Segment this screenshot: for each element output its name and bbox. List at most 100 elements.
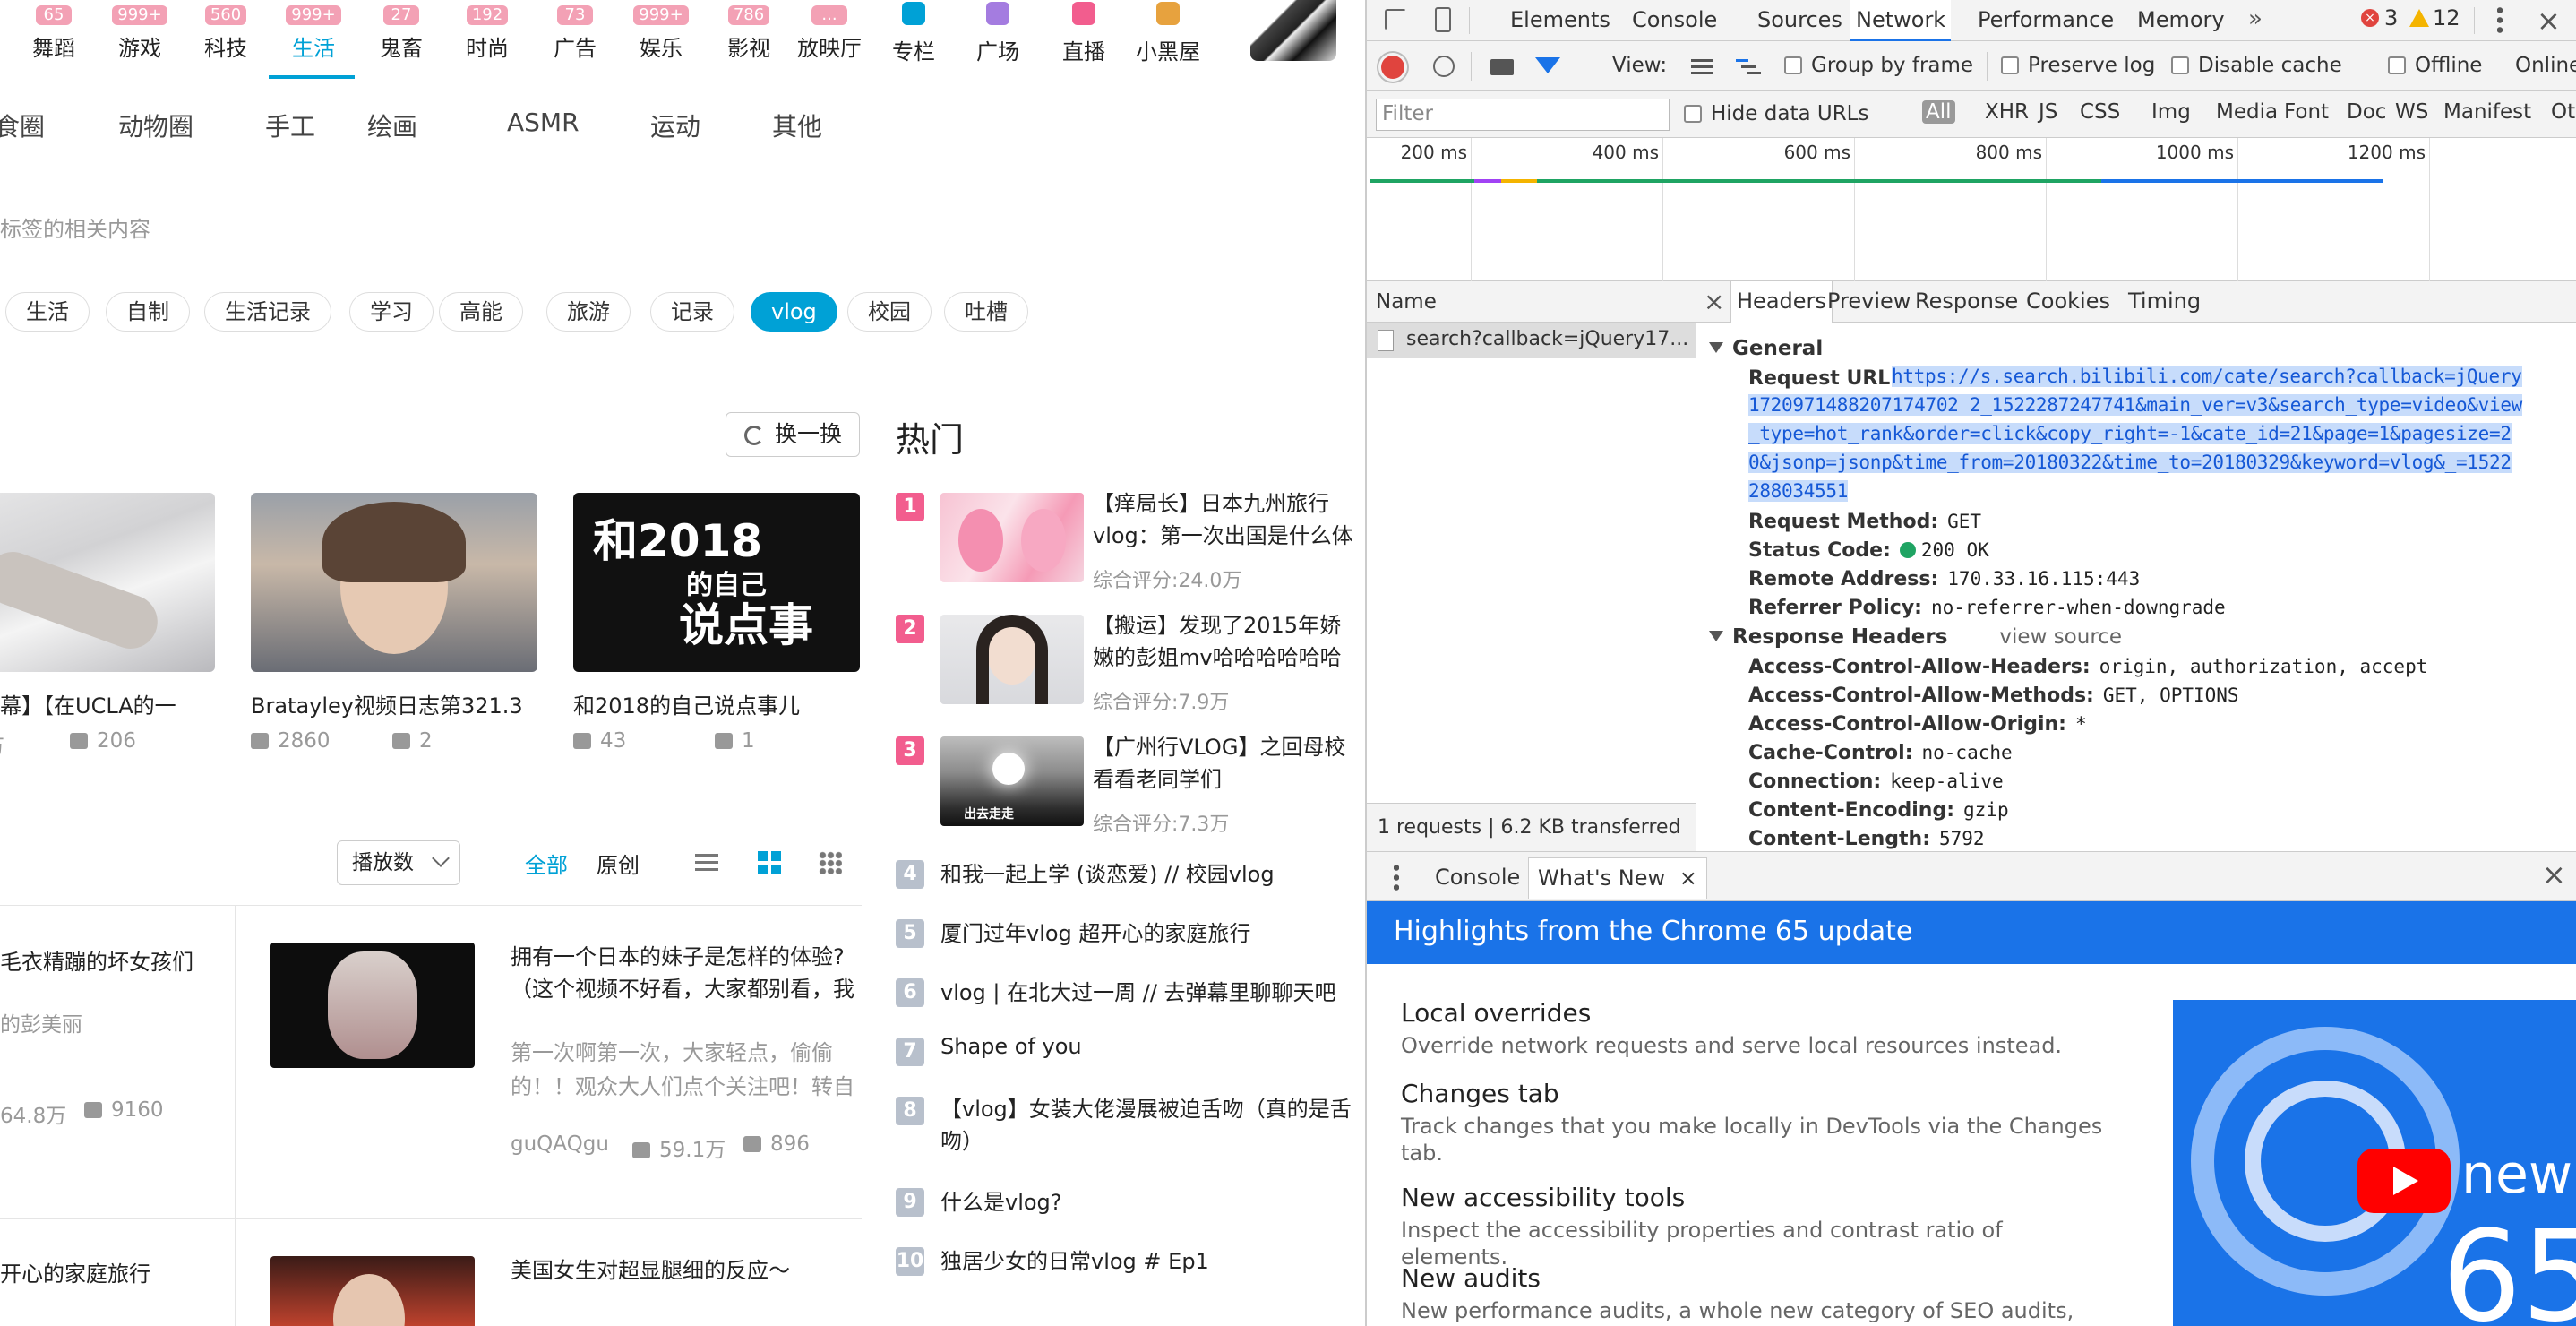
tag-自制[interactable]: 自制 — [106, 292, 190, 332]
subcategory-item[interactable]: 运动 — [650, 108, 700, 143]
devtools-tab-performance[interactable]: Performance — [1972, 0, 2119, 39]
view-source-link[interactable]: view source — [1999, 625, 2122, 649]
list-left-title[interactable]: 开心的家庭旅行 — [0, 1256, 150, 1287]
grid-view-icon[interactable] — [758, 851, 781, 874]
more-tabs-icon[interactable]: » — [2248, 5, 2263, 32]
list-thumb-2[interactable] — [270, 1256, 475, 1326]
nav-item-4[interactable]: 27 鬼畜 — [358, 0, 444, 79]
request-row[interactable]: search?callback=jQuery17... — [1367, 323, 1696, 358]
video-card-thumb-2[interactable] — [251, 493, 537, 672]
filter-icon[interactable] — [1535, 57, 1560, 73]
nav-item-column[interactable]: 专栏 — [871, 0, 957, 79]
tag-校园[interactable]: 校园 — [847, 292, 932, 332]
clear-icon[interactable] — [1433, 56, 1455, 77]
nav-item-0[interactable]: 65 舞蹈 — [11, 0, 97, 79]
devtools-tab-network[interactable]: Network — [1850, 0, 1952, 41]
type-filter-xhr[interactable]: XHR — [1981, 100, 2032, 124]
hot-video-title[interactable]: 独居少女的日常vlog # Ep1 — [940, 1244, 1209, 1275]
tag-生活记录[interactable]: 生活记录 — [204, 292, 331, 332]
devtools-tab-console[interactable]: Console — [1627, 0, 1722, 39]
type-filter-js[interactable]: JS — [2035, 100, 2061, 124]
nav-item-5[interactable]: 192 时尚 — [444, 0, 530, 79]
offline-checkbox[interactable]: Offline — [2388, 54, 2482, 77]
refresh-button[interactable]: 换一换 — [726, 412, 860, 457]
tag-记录[interactable]: 记录 — [650, 292, 734, 332]
nav-item-7[interactable]: 999+ 娱乐 — [618, 0, 704, 79]
filter-all[interactable]: 全部 — [525, 848, 568, 879]
list-video-title[interactable]: 拥有一个日本的妹子是怎样的体验?（这个视频不好看，大家都别看，我 — [511, 941, 869, 1005]
hot-video-title[interactable]: vlog | 在北大过一周 // 去弹幕里聊聊天吧 — [940, 975, 1336, 1006]
detail-tab-timing[interactable]: Timing — [2123, 281, 2206, 321]
youtube-play-icon[interactable] — [2357, 1149, 2451, 1213]
type-filter-img[interactable]: Img — [2148, 100, 2194, 124]
throttling-select[interactable]: Online — [2515, 54, 2576, 77]
hot-video-title[interactable]: 【搬运】发现了2015年娇嫩的彭姐mv哈哈哈哈哈哈 — [1093, 609, 1361, 674]
close-devtools-icon[interactable]: × — [2537, 4, 2561, 38]
hot-video-title[interactable]: Shape of you — [940, 1034, 1082, 1059]
detail-tab-response[interactable]: Response — [1910, 281, 2023, 321]
whats-new-item-title[interactable]: New audits — [1401, 1263, 1541, 1293]
subcategory-item[interactable]: 其他 — [772, 108, 822, 143]
tag-生活[interactable]: 生活 — [5, 292, 90, 332]
hot-thumb-2[interactable] — [940, 615, 1084, 704]
hot-video-title[interactable]: 【痒局长】日本九州旅行vlog：第一次出国是什么体 — [1093, 487, 1361, 552]
hot-video-title[interactable]: 【广州行VLOG】之回母校看看老同学们 — [1093, 731, 1361, 796]
tag-旅游[interactable]: 旅游 — [546, 292, 631, 332]
type-filter-font[interactable]: Font — [2280, 100, 2332, 124]
devtools-tab-elements[interactable]: Elements — [1505, 0, 1616, 39]
hot-thumb-1[interactable] — [940, 493, 1084, 582]
record-icon[interactable] — [1381, 56, 1404, 79]
type-filter-media[interactable]: Media — [2212, 100, 2281, 124]
general-section-header[interactable]: General — [1709, 337, 1823, 360]
disable-cache-checkbox[interactable]: Disable cache — [2171, 54, 2342, 77]
hot-thumb-3[interactable]: 出去走走 — [940, 736, 1084, 826]
tag-vlog[interactable]: vlog — [751, 292, 837, 332]
subcategory-item[interactable]: 手工 — [265, 108, 315, 143]
nav-item-square[interactable]: 广场 — [955, 0, 1041, 79]
devtools-tab-sources[interactable]: Sources — [1752, 0, 1848, 39]
hot-video-title[interactable]: 什么是vlog? — [940, 1184, 1062, 1216]
whats-new-item-title[interactable]: Changes tab — [1401, 1079, 1559, 1108]
type-filter-manifest[interactable]: Manifest — [2440, 100, 2535, 124]
name-column-header[interactable]: Name — [1367, 281, 1696, 323]
detail-tab-cookies[interactable]: Cookies — [2021, 281, 2116, 321]
subcategory-item[interactable]: ASMR — [507, 108, 580, 137]
subcategory-item[interactable]: 动物圈 — [118, 108, 193, 143]
list-video-title[interactable]: 美国女生对超显腿细的反应～ — [511, 1254, 869, 1287]
filter-input[interactable]: Filter — [1376, 99, 1670, 131]
nav-item-8[interactable]: 786 影视 — [706, 0, 792, 79]
filter-original[interactable]: 原创 — [597, 848, 640, 879]
type-filter-ws[interactable]: WS — [2391, 100, 2432, 124]
warning-icon[interactable] — [2409, 9, 2429, 27]
list-left-title[interactable]: 毛衣精蹦的坏女孩们 — [0, 944, 193, 976]
close-detail-icon[interactable]: × — [1704, 287, 1724, 316]
nav-item-blackroom[interactable]: 小黑屋 — [1125, 0, 1211, 79]
capture-screenshots-icon[interactable] — [1490, 59, 1514, 75]
hot-video-title[interactable]: 和我一起上学 (谈恋爱) // 校园vlog — [940, 857, 1275, 888]
small-grid-view-icon[interactable] — [819, 851, 842, 874]
subcategory-item[interactable]: 食圈 — [0, 108, 45, 143]
preserve-log-checkbox[interactable]: Preserve log — [2001, 54, 2155, 77]
video-card-title[interactable]: 和2018的自己说点事儿 — [573, 688, 800, 719]
video-card-title[interactable]: Bratayley视频日志第321.3 — [251, 688, 523, 719]
inspect-element-icon[interactable] — [1385, 9, 1406, 30]
whats-new-item-title[interactable]: Local overrides — [1401, 998, 1591, 1028]
list-view-icon[interactable] — [695, 851, 718, 874]
video-card-thumb-1[interactable] — [0, 493, 215, 672]
tag-高能[interactable]: 高能 — [439, 292, 523, 332]
close-drawer-icon[interactable]: × — [2542, 857, 2566, 891]
error-icon[interactable]: × — [2361, 9, 2379, 27]
drawer-menu-icon[interactable] — [1394, 863, 1399, 891]
nav-item-6[interactable]: 73 广告 — [532, 0, 618, 79]
video-card-thumb-3[interactable]: 和2018 的自己 说点事 — [573, 493, 860, 672]
device-toolbar-icon[interactable] — [1435, 7, 1451, 32]
nav-item-9[interactable]: ... 放映厅 — [786, 0, 872, 79]
chrome65-video-thumb[interactable]: new 65 — [2173, 1000, 2576, 1326]
hot-video-title[interactable]: 【vlog】女装大佬漫展被迫舌吻（真的是舌吻） — [940, 1093, 1361, 1158]
user-avatar[interactable] — [1250, 0, 1336, 61]
type-filter-doc[interactable]: Doc — [2343, 100, 2390, 124]
waterfall-icon[interactable] — [1736, 57, 1761, 77]
video-card-title[interactable]: 字幕】【在UCLA的一 — [0, 688, 176, 719]
tag-吐槽[interactable]: 吐槽 — [944, 292, 1028, 332]
subcategory-item[interactable]: 绘画 — [367, 108, 417, 143]
